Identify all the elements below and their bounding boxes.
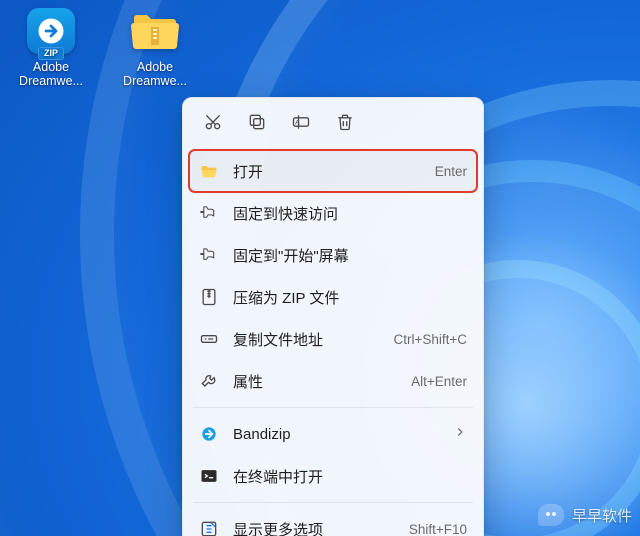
folder-open-icon — [199, 161, 219, 181]
watermark-text: 早早软件 — [572, 505, 632, 526]
copy-icon — [247, 112, 267, 137]
menu-item-shortcut: Shift+F10 — [409, 522, 467, 536]
menu-item-label: 打开 — [233, 161, 421, 182]
context-menu: A 打开 Enter 固定到快速访问 固定到"开始"屏幕 压缩为 Z — [182, 97, 484, 536]
menu-item-shortcut: Enter — [435, 164, 467, 179]
svg-text:A: A — [295, 119, 300, 126]
wechat-icon — [538, 504, 564, 526]
copy-button[interactable] — [237, 106, 277, 142]
more-icon — [199, 519, 219, 536]
terminal-icon — [199, 466, 219, 486]
menu-item-open[interactable]: 打开 Enter — [189, 150, 477, 192]
menu-item-label: Bandizip — [233, 426, 439, 443]
pin-icon — [199, 245, 219, 265]
menu-separator — [193, 502, 473, 503]
rename-button[interactable]: A — [281, 106, 321, 142]
menu-item-more[interactable]: 显示更多选项 Shift+F10 — [189, 508, 477, 536]
context-menu-section-1: 打开 Enter 固定到快速访问 固定到"开始"屏幕 压缩为 ZIP 文件 复制… — [189, 150, 477, 402]
desktop-icons: ZIP Adobe Dreamwe... Adobe Dreamwe... — [8, 8, 198, 88]
context-menu-toolbar: A — [189, 104, 477, 150]
cut-button[interactable] — [193, 106, 233, 142]
menu-item-terminal[interactable]: 在终端中打开 — [189, 455, 477, 497]
chevron-right-icon — [453, 425, 467, 443]
trash-icon — [335, 112, 355, 137]
path-icon — [199, 329, 219, 349]
zip-file-icon — [199, 287, 219, 307]
menu-item-label: 在终端中打开 — [233, 466, 467, 487]
menu-item-shortcut: Alt+Enter — [411, 374, 467, 389]
menu-item-label: 属性 — [233, 371, 397, 392]
menu-item-compress[interactable]: 压缩为 ZIP 文件 — [189, 276, 477, 318]
wrench-icon — [199, 371, 219, 391]
context-menu-section-3: 显示更多选项 Shift+F10 — [189, 508, 477, 536]
delete-button[interactable] — [325, 106, 365, 142]
desktop-icon-label: Adobe Dreamwe... — [112, 60, 198, 88]
scissors-icon — [203, 112, 223, 137]
menu-separator — [193, 407, 473, 408]
menu-item-pin-quick[interactable]: 固定到快速访问 — [189, 192, 477, 234]
menu-item-label: 固定到快速访问 — [233, 203, 467, 224]
bandizip-icon — [199, 424, 219, 444]
watermark: 早早软件 — [538, 504, 632, 526]
folder-icon — [131, 8, 179, 54]
context-menu-section-2: Bandizip 在终端中打开 — [189, 413, 477, 497]
desktop-icon-zip[interactable]: ZIP Adobe Dreamwe... — [8, 8, 94, 88]
menu-item-properties[interactable]: 属性 Alt+Enter — [189, 360, 477, 402]
rename-icon: A — [291, 112, 311, 137]
menu-item-label: 显示更多选项 — [233, 519, 395, 536]
menu-item-label: 压缩为 ZIP 文件 — [233, 287, 467, 308]
menu-item-pin-start[interactable]: 固定到"开始"屏幕 — [189, 234, 477, 276]
desktop[interactable]: ZIP Adobe Dreamwe... Adobe Dreamwe... — [0, 0, 640, 536]
menu-item-shortcut: Ctrl+Shift+C — [393, 332, 467, 347]
menu-item-label: 固定到"开始"屏幕 — [233, 245, 467, 266]
menu-item-bandizip[interactable]: Bandizip — [189, 413, 477, 455]
desktop-icon-label: Adobe Dreamwe... — [8, 60, 94, 88]
zip-archive-icon: ZIP — [27, 8, 75, 54]
desktop-icon-folder[interactable]: Adobe Dreamwe... — [112, 8, 198, 88]
menu-item-label: 复制文件地址 — [233, 329, 379, 350]
pin-icon — [199, 203, 219, 223]
menu-item-copy-path[interactable]: 复制文件地址 Ctrl+Shift+C — [189, 318, 477, 360]
